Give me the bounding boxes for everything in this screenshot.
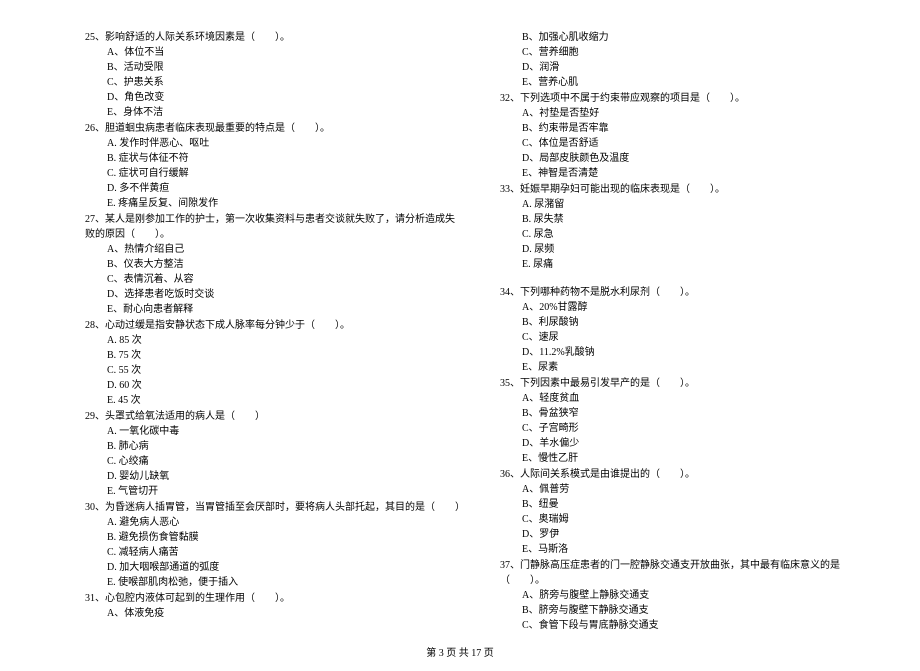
q30-opt-d: D. 加大咽喉部通道的弧度 — [107, 560, 460, 575]
q33-opt-d: D. 尿频 — [522, 242, 875, 257]
page-footer: 第 3 页 共 17 页 — [0, 644, 920, 671]
q37-stem: 37、门静脉高压症患者的门一腔静脉交通支开放曲张，其中最有临床意义的是（ ）。 — [500, 558, 875, 588]
q30-opt-c: C. 减轻病人痛苦 — [107, 545, 460, 560]
q25-opt-b: B、活动受限 — [107, 60, 460, 75]
q28-opt-d: D. 60 次 — [107, 378, 460, 393]
q27-opt-e: E、耐心向患者解释 — [107, 302, 460, 317]
question-30: 30、为昏迷病人插胃管，当胃管插至会厌部时，要将病人头部托起，其目的是（ ） A… — [85, 500, 460, 590]
q25-opt-c: C、护患关系 — [107, 75, 460, 90]
q25-opt-d: D、角色改变 — [107, 90, 460, 105]
q34-opt-a: A、20%甘露醇 — [522, 300, 875, 315]
q28-opt-c: C. 55 次 — [107, 363, 460, 378]
q26-opt-b: B. 症状与体征不符 — [107, 151, 460, 166]
q31-opt-d: D、润滑 — [522, 60, 875, 75]
question-33: 33、妊娠早期孕妇可能出现的临床表现是（ ）。 A. 尿潴留 B. 尿失禁 C.… — [500, 182, 875, 272]
q33-opt-a: A. 尿潴留 — [522, 197, 875, 212]
spacer — [500, 273, 875, 285]
question-28: 28、心动过缓是指安静状态下成人脉率每分钟少于（ ）。 A. 85 次 B. 7… — [85, 318, 460, 408]
q31-opt-e: E、营养心肌 — [522, 75, 875, 90]
q29-opt-c: C. 心绞痛 — [107, 454, 460, 469]
q28-opt-a: A. 85 次 — [107, 333, 460, 348]
question-34: 34、下列哪种药物不是脱水利尿剂（ ）。 A、20%甘露醇 B、利尿酸钠 C、速… — [500, 285, 875, 375]
question-26: 26、胆道蛔虫病患者临床表现最重要的特点是（ ）。 A. 发作时伴恶心、呕吐 B… — [85, 121, 460, 211]
q37-opt-a: A、脐旁与腹壁上静脉交通支 — [522, 588, 875, 603]
q32-opt-b: B、约束带是否牢靠 — [522, 121, 875, 136]
q37-opt-c: C、食管下段与胃底静脉交通支 — [522, 618, 875, 633]
question-29: 29、头罩式给氧法适用的病人是（ ） A. 一氧化碳中毒 B. 肺心病 C. 心… — [85, 409, 460, 499]
q33-opt-e: E. 尿痛 — [522, 257, 875, 272]
q25-opt-a: A、体位不当 — [107, 45, 460, 60]
question-35: 35、下列因素中最易引发早产的是（ ）。 A、轻度贫血 B、骨盆狭窄 C、子宫畸… — [500, 376, 875, 466]
q36-stem: 36、人际间关系模式是由谁提出的（ ）。 — [500, 467, 875, 482]
question-31-right: B、加强心肌收缩力 C、营养细胞 D、润滑 E、营养心肌 — [500, 30, 875, 90]
question-36: 36、人际间关系模式是由谁提出的（ ）。 A、佩普劳 B、纽曼 C、奥瑞姆 D、… — [500, 467, 875, 557]
q35-opt-b: B、骨盆狭窄 — [522, 406, 875, 421]
q26-stem: 26、胆道蛔虫病患者临床表现最重要的特点是（ ）。 — [85, 121, 460, 136]
q27-opt-b: B、仪表大方整洁 — [107, 257, 460, 272]
q36-opt-c: C、奥瑞姆 — [522, 512, 875, 527]
q29-opt-a: A. 一氧化碳中毒 — [107, 424, 460, 439]
q32-opt-c: C、体位是否舒适 — [522, 136, 875, 151]
q32-opt-a: A、衬垫是否垫好 — [522, 106, 875, 121]
q35-opt-e: E、慢性乙肝 — [522, 451, 875, 466]
left-column: 25、影响舒适的人际关系环境因素是（ ）。 A、体位不当 B、活动受限 C、护患… — [85, 30, 490, 634]
q35-opt-c: C、子宫畸形 — [522, 421, 875, 436]
q34-opt-d: D、11.2%乳酸钠 — [522, 345, 875, 360]
q32-opt-d: D、局部皮肤颜色及温度 — [522, 151, 875, 166]
q29-opt-b: B. 肺心病 — [107, 439, 460, 454]
q35-opt-d: D、羊水偏少 — [522, 436, 875, 451]
page-content: 25、影响舒适的人际关系环境因素是（ ）。 A、体位不当 B、活动受限 C、护患… — [0, 0, 920, 644]
q28-opt-e: E. 45 次 — [107, 393, 460, 408]
q25-stem: 25、影响舒适的人际关系环境因素是（ ）。 — [85, 30, 460, 45]
q35-stem: 35、下列因素中最易引发早产的是（ ）。 — [500, 376, 875, 391]
q27-stem: 27、某人是刚参加工作的护士，第一次收集资料与患者交谈就失败了，请分析造成失败的… — [85, 212, 460, 242]
q32-stem: 32、下列选项中不属于约束带应观察的项目是（ ）。 — [500, 91, 875, 106]
q34-stem: 34、下列哪种药物不是脱水利尿剂（ ）。 — [500, 285, 875, 300]
q31-opt-a: A、体液免疫 — [107, 606, 460, 621]
q29-stem: 29、头罩式给氧法适用的病人是（ ） — [85, 409, 460, 424]
q31-opt-c: C、营养细胞 — [522, 45, 875, 60]
q34-opt-c: C、速尿 — [522, 330, 875, 345]
q26-opt-d: D. 多不伴黄疸 — [107, 181, 460, 196]
q26-opt-a: A. 发作时伴恶心、呕吐 — [107, 136, 460, 151]
q32-opt-e: E、神智是否清楚 — [522, 166, 875, 181]
q27-opt-c: C、表情沉着、从容 — [107, 272, 460, 287]
question-32: 32、下列选项中不属于约束带应观察的项目是（ ）。 A、衬垫是否垫好 B、约束带… — [500, 91, 875, 181]
q33-stem: 33、妊娠早期孕妇可能出现的临床表现是（ ）。 — [500, 182, 875, 197]
q36-opt-e: E、马斯洛 — [522, 542, 875, 557]
q30-opt-b: B. 避免损伤食管黏膜 — [107, 530, 460, 545]
right-column: B、加强心肌收缩力 C、营养细胞 D、润滑 E、营养心肌 32、下列选项中不属于… — [490, 30, 875, 634]
q30-opt-e: E. 使喉部肌肉松弛，便于插入 — [107, 575, 460, 590]
q33-opt-b: B. 尿失禁 — [522, 212, 875, 227]
q36-opt-a: A、佩普劳 — [522, 482, 875, 497]
q25-opt-e: E、身体不洁 — [107, 105, 460, 120]
q30-stem: 30、为昏迷病人插胃管，当胃管插至会厌部时，要将病人头部托起，其目的是（ ） — [85, 500, 460, 515]
q26-opt-e: E. 疼痛呈反复、间隙发作 — [107, 196, 460, 211]
q28-opt-b: B. 75 次 — [107, 348, 460, 363]
q34-opt-e: E、尿素 — [522, 360, 875, 375]
q35-opt-a: A、轻度贫血 — [522, 391, 875, 406]
q28-stem: 28、心动过缓是指安静状态下成人脉率每分钟少于（ ）。 — [85, 318, 460, 333]
q31-stem: 31、心包腔内液体可起到的生理作用（ ）。 — [85, 591, 460, 606]
q36-opt-b: B、纽曼 — [522, 497, 875, 512]
question-25: 25、影响舒适的人际关系环境因素是（ ）。 A、体位不当 B、活动受限 C、护患… — [85, 30, 460, 120]
q33-opt-c: C. 尿急 — [522, 227, 875, 242]
q34-opt-b: B、利尿酸钠 — [522, 315, 875, 330]
question-27: 27、某人是刚参加工作的护士，第一次收集资料与患者交谈就失败了，请分析造成失败的… — [85, 212, 460, 317]
q30-opt-a: A. 避免病人恶心 — [107, 515, 460, 530]
q27-opt-d: D、选择患者吃饭时交谈 — [107, 287, 460, 302]
question-37: 37、门静脉高压症患者的门一腔静脉交通支开放曲张，其中最有临床意义的是（ ）。 … — [500, 558, 875, 633]
q26-opt-c: C. 症状可自行缓解 — [107, 166, 460, 181]
q29-opt-e: E. 气管切开 — [107, 484, 460, 499]
q29-opt-d: D. 婴幼儿缺氧 — [107, 469, 460, 484]
q37-opt-b: B、脐旁与腹壁下静脉交通支 — [522, 603, 875, 618]
question-31-left: 31、心包腔内液体可起到的生理作用（ ）。 A、体液免疫 — [85, 591, 460, 621]
q27-opt-a: A、热情介绍自己 — [107, 242, 460, 257]
q36-opt-d: D、罗伊 — [522, 527, 875, 542]
q31-opt-b: B、加强心肌收缩力 — [522, 30, 875, 45]
